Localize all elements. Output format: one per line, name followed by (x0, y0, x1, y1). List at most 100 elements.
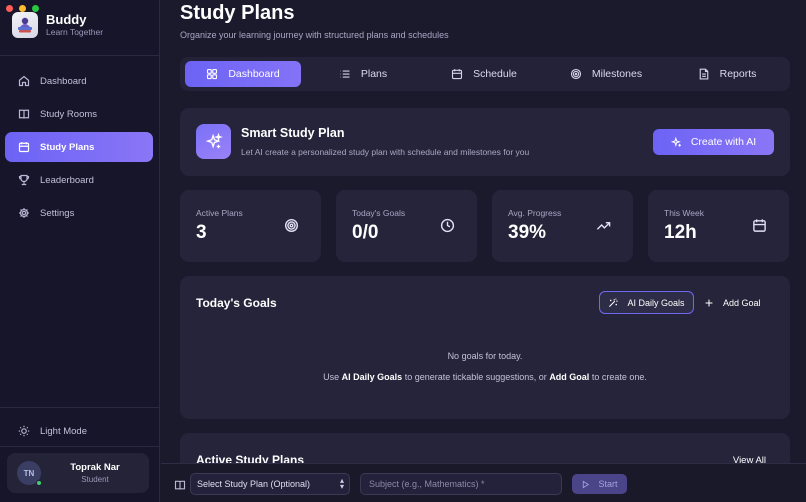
stat-label: Active Plans (196, 208, 243, 218)
tab-bar: Dashboard Plans Schedule Milestones Repo… (180, 57, 790, 91)
calendar-icon (752, 218, 767, 233)
stat-value: 39% (508, 222, 547, 243)
sidebar-item-study-rooms[interactable]: Study Rooms (5, 99, 153, 129)
hint-add-goal: Add Goal (549, 372, 590, 382)
study-plan-select-value: Select Study Plan (Optional) (197, 479, 311, 489)
light-mode-toggle[interactable]: Light Mode (5, 420, 153, 442)
ai-daily-goals-label: AI Daily Goals (627, 297, 685, 308)
brand: Buddy Learn Together (12, 12, 103, 38)
start-label: Start (598, 479, 618, 489)
home-icon (18, 75, 30, 87)
create-with-ai-label: Create with AI (690, 136, 757, 148)
play-icon (583, 480, 590, 488)
calendar-icon (18, 142, 30, 153)
tab-label: Reports (719, 68, 757, 80)
stat-card-active-plans: Active Plans 3 (180, 190, 321, 262)
chevron-up-down-icon: ▴ ▾ (339, 476, 344, 491)
smart-plan-description: Let AI create a personalized study plan … (241, 147, 530, 157)
main-content: Study Plans Organize your learning journ… (161, 0, 806, 502)
study-plan-select[interactable]: Select Study Plan (Optional) ▴ ▾ (190, 473, 350, 495)
stat-value: 0/0 (352, 222, 379, 243)
create-with-ai-button[interactable]: Create with AI (653, 129, 774, 155)
quick-session-bar: Select Study Plan (Optional) ▴▾ Start (161, 463, 806, 502)
smart-study-plan-card: Smart Study Plan Let AI create a persona… (180, 108, 790, 176)
ai-daily-goals-button[interactable]: AI Daily Goals (599, 291, 694, 314)
start-button[interactable]: Start (572, 474, 627, 494)
tab-label: Plans (360, 68, 388, 80)
empty-goals-message: No goals for today. (447, 351, 523, 361)
close-window-button[interactable] (6, 5, 13, 12)
hint-text: Use (323, 372, 340, 382)
tab-schedule[interactable]: Schedule (425, 61, 543, 87)
sidebar: Buddy Learn Together Dashboard Study Roo… (0, 0, 160, 502)
stats-row: Active Plans 3 Today's Goals 0/0 Avg. Pr… (180, 190, 790, 262)
brand-name: Buddy (46, 12, 87, 27)
gear-icon (19, 208, 29, 218)
stat-card-todays-goals: Today's Goals 0/0 (336, 190, 477, 262)
tab-reports[interactable]: Reports (669, 61, 785, 87)
avatar: TN (17, 461, 42, 486)
divider (0, 446, 159, 447)
sidebar-item-label: Dashboard (40, 75, 87, 87)
divider (0, 407, 159, 408)
todays-goals-card: Today's Goals AI Daily Goals Add Goal No… (180, 276, 790, 419)
plus-icon (705, 299, 713, 306)
trending-up-icon (596, 218, 611, 233)
add-goal-label: Add Goal (723, 297, 761, 308)
stat-value: 12h (664, 222, 697, 243)
smart-plan-title: Smart Study Plan (241, 126, 345, 140)
book-icon (174, 478, 186, 490)
window-controls (6, 5, 39, 12)
buddy-logo-icon (12, 12, 38, 38)
sidebar-item-dashboard[interactable]: Dashboard (5, 66, 153, 96)
sidebar-item-label: Study Rooms (40, 108, 98, 120)
light-mode-label: Light Mode (40, 425, 88, 437)
trophy-icon (18, 174, 30, 186)
page-subtitle: Organize your learning journey with stru… (180, 30, 449, 40)
divider (0, 55, 159, 56)
sidebar-item-label: Settings (40, 207, 75, 219)
minimize-window-button[interactable] (19, 5, 26, 12)
sidebar-item-settings[interactable]: Settings (5, 198, 153, 228)
hint-text: to create one. (591, 372, 647, 382)
add-goal-button[interactable]: Add Goal (704, 291, 768, 314)
calendar-icon (452, 69, 463, 80)
avatar-initials: TN (23, 468, 35, 478)
document-icon (699, 68, 708, 80)
stat-card-this-week: This Week 12h (648, 190, 789, 262)
sidebar-item-label: Leaderboard (40, 174, 94, 186)
book-icon (18, 109, 30, 119)
subject-input[interactable] (360, 473, 562, 495)
online-status-indicator (36, 480, 42, 486)
sparkles-icon (196, 124, 231, 159)
tab-label: Schedule (473, 68, 517, 80)
stat-label: Avg. Progress (508, 208, 562, 218)
brand-tagline: Learn Together (46, 27, 104, 37)
sidebar-item-label: Study Plans (40, 141, 95, 153)
clock-icon (440, 218, 455, 233)
sidebar-item-study-plans[interactable]: Study Plans (5, 132, 153, 162)
magic-wand-icon (609, 298, 619, 307)
stat-card-avg-progress: Avg. Progress 39% (492, 190, 633, 262)
zoom-window-button[interactable] (32, 5, 39, 12)
user-name: Toprak Nar (70, 462, 120, 473)
user-role: Student (81, 475, 109, 484)
sparkles-icon (670, 136, 681, 147)
tab-milestones[interactable]: Milestones (543, 61, 669, 87)
hint-text: to generate tickable suggestions, or (404, 372, 547, 382)
grid-icon (207, 68, 218, 80)
tab-label: Dashboard (228, 68, 280, 80)
target-icon (570, 68, 581, 80)
user-profile-card[interactable]: TN Toprak Nar Student (7, 453, 149, 493)
tab-label: Milestones (591, 68, 643, 80)
stat-value: 3 (196, 222, 207, 243)
stat-label: Today's Goals (352, 208, 406, 218)
list-icon (340, 70, 350, 78)
hint-ai-daily-goals: AI Daily Goals (341, 372, 403, 382)
tab-plans[interactable]: Plans (301, 61, 425, 87)
sidebar-item-leaderboard[interactable]: Leaderboard (5, 165, 153, 195)
tab-dashboard[interactable]: Dashboard (185, 61, 301, 87)
page-title: Study Plans (180, 2, 295, 24)
sidebar-nav: Dashboard Study Rooms Study Plans Leader… (5, 66, 153, 231)
todays-goals-title: Today's Goals (196, 296, 277, 310)
